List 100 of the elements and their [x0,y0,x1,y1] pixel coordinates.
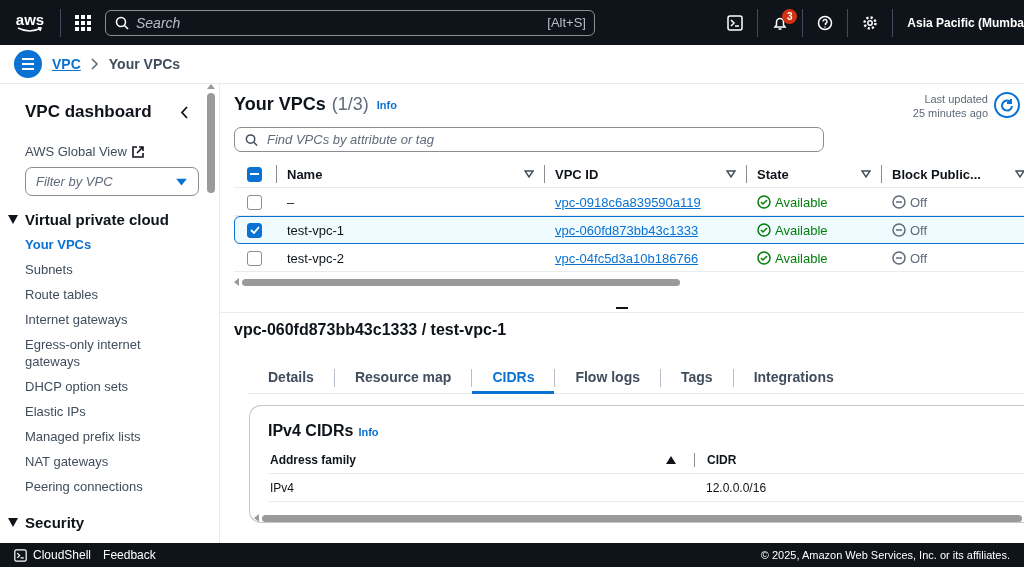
scrollbar-thumb[interactable] [262,514,1022,522]
search-icon [115,15,129,30]
column-header: VPC ID [555,166,599,182]
feedback-link[interactable]: Feedback [103,548,156,562]
collapse-icon[interactable] [180,105,188,119]
dropdown-icon[interactable] [176,178,187,185]
check-circle-icon [757,195,771,209]
table-cell-text: test-vpc-1 [286,222,346,238]
terminal-icon [14,548,27,562]
card-title: IPv4 CIDRs [268,422,354,440]
nav-item[interactable]: Route tables [25,282,165,307]
scroll-up-icon[interactable] [207,84,215,89]
aws-logo[interactable]: aws [14,12,46,33]
row-checkbox[interactable] [247,250,262,266]
section-header[interactable]: Security [8,514,206,531]
cloudshell-link[interactable]: CloudShell [14,548,92,562]
region-selector[interactable]: Asia Pacific (Mumba [893,15,1024,30]
minus-circle-icon [892,223,906,237]
scroll-left-icon[interactable] [254,514,259,522]
menu-button[interactable] [14,50,42,78]
table-row[interactable]: test-vpc-1 vpc-060fd873bb43c1333 Available Off [234,216,1024,244]
sort-ascending-icon[interactable] [666,455,676,464]
check-circle-icon [757,251,771,265]
tab[interactable]: Integrations [733,362,854,394]
select-all-checkbox[interactable] [247,166,262,182]
table-cell-text: 12.0.0.0/16 [705,480,768,495]
menu-icon [21,58,35,70]
nav-item[interactable]: NAT gateways [25,449,165,474]
last-updated-time: 25 minutes ago [912,106,988,120]
settings-button[interactable] [862,14,879,31]
row-checkbox[interactable] [247,194,262,210]
tab[interactable]: Resource map [334,362,472,394]
nav-item[interactable]: Managed prefix lists [25,424,165,449]
scrollbar-thumb[interactable] [242,278,680,286]
copyright-text: © 2025, Amazon Web Services, Inc. or its affiliates. [760,549,1010,561]
nav-item[interactable]: DHCP option sets [25,374,165,399]
status-text: Available [775,250,828,266]
row-checkbox[interactable] [247,222,262,238]
status-text: Off [910,194,928,210]
table-cell-text: – [286,194,296,210]
status-text: Available [775,222,828,238]
shortcut-hint: [Alt+S] [547,14,586,30]
tab[interactable]: CIDRs [472,362,555,394]
chevron-right-icon [90,58,99,70]
search-field[interactable]: Find VPCs by attribute or tag [234,127,824,152]
nav-item[interactable]: Elastic IPs [25,399,165,424]
table-cell-text: test-vpc-2 [286,250,346,266]
terminal-icon [727,14,744,31]
tab[interactable]: Flow logs [555,362,660,394]
column-header: Block Public... [892,166,981,182]
scrollbar-thumb[interactable] [207,93,215,193]
minus-icon [250,173,259,175]
page-title: Your VPCs (1/3) [234,94,369,115]
column-header: CIDR [707,452,737,467]
notification-count: 3 [782,8,798,24]
tab[interactable]: Tags [661,362,733,394]
minus-circle-icon [892,251,906,265]
cloudshell-button[interactable] [727,14,744,31]
settings-icon [862,14,879,31]
section-header[interactable]: Virtual private cloud [8,211,206,228]
scroll-left-icon[interactable] [234,278,239,286]
sort-icon[interactable] [1015,170,1024,178]
sort-icon[interactable] [726,170,736,178]
sort-icon[interactable] [524,170,534,178]
breadcrumb-current[interactable]: Your VPCs [108,56,181,72]
breadcrumb-link[interactable]: VPC [52,56,81,72]
grid-icon [75,14,91,31]
apps-button[interactable] [75,14,91,31]
vpc-id-link[interactable]: vpc-0918c6a839590a119 [555,194,701,210]
global-view-link[interactable]: AWS Global View [25,144,206,159]
last-updated-label: Last updated [924,92,988,106]
sidebar-title: VPC dashboard [25,102,152,122]
filter-select[interactable]: Filter by VPC [25,167,199,196]
info-link[interactable]: Info [358,426,379,438]
status-text: Off [910,222,928,238]
caret-icon [8,215,18,224]
help-button[interactable] [817,14,834,31]
tab[interactable]: Details [248,362,334,394]
checkmark-icon [249,226,260,234]
nav-item[interactable]: Egress-only internet gateways [25,332,165,374]
nav-item[interactable]: Internet gateways [25,307,165,332]
nav-item[interactable]: Subnets [25,257,165,282]
check-circle-icon [757,223,771,237]
sort-icon[interactable] [861,170,871,178]
vpc-id-link[interactable]: vpc-060fd873bb43c1333 [555,222,699,238]
external-link-icon [131,145,144,158]
column-header: Name [287,166,323,182]
refresh-button[interactable] [994,92,1020,118]
column-header: Address family [270,452,357,467]
nav-item[interactable]: Peering connections [25,474,165,499]
status-text: Off [910,250,928,266]
vpc-id-link[interactable]: vpc-04fc5d3a10b186766 [555,250,699,266]
nav-item[interactable]: Your VPCs [25,232,165,257]
resize-handle[interactable] [616,307,628,309]
info-link[interactable]: Info [376,99,397,111]
minus-circle-icon [892,195,906,209]
table-cell-text: IPv4 [269,480,295,495]
caret-icon [8,518,18,527]
column-header: State [757,166,789,182]
help-icon [817,14,834,31]
